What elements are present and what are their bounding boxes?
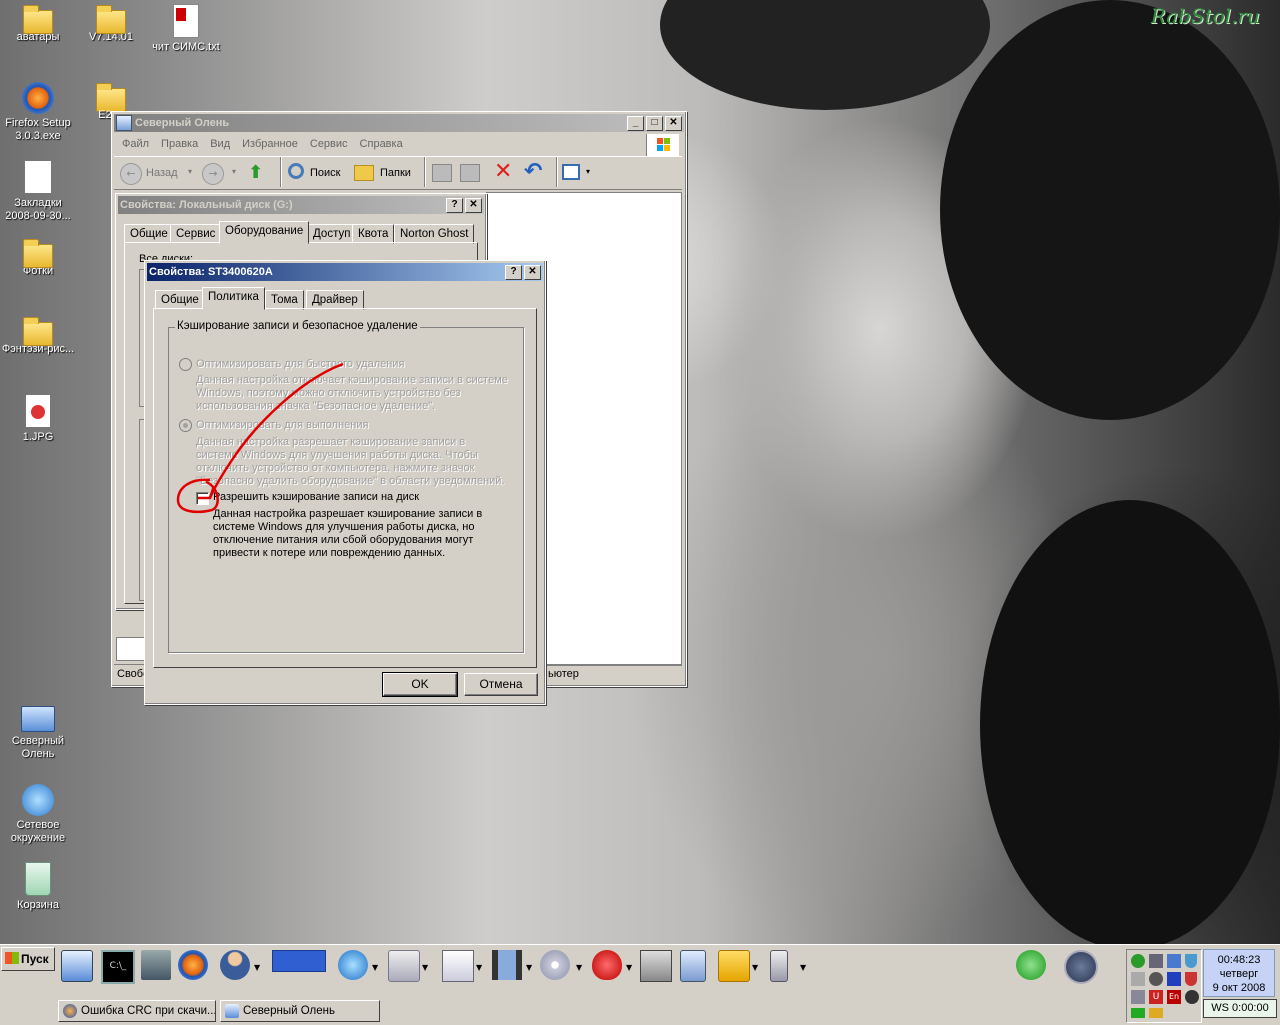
quicklaunch-cmd-icon[interactable]: C:\_ bbox=[101, 950, 135, 984]
quicklaunch-notepad-icon[interactable] bbox=[442, 950, 474, 982]
annotation-arrowhead bbox=[198, 485, 216, 500]
tray-network-icon[interactable] bbox=[1167, 954, 1181, 968]
tray-key-icon[interactable] bbox=[1149, 1008, 1163, 1018]
quicklaunch-globe-icon[interactable] bbox=[338, 950, 368, 980]
tray-usb-icon[interactable] bbox=[1131, 990, 1145, 1004]
quicklaunch-calculator-icon[interactable] bbox=[680, 950, 706, 982]
quicklaunch-heart-icon[interactable] bbox=[592, 950, 622, 980]
tray-device-icon[interactable] bbox=[1131, 972, 1145, 986]
quicklaunch-settings-icon[interactable] bbox=[388, 950, 420, 982]
system-tray: U En bbox=[1126, 949, 1202, 1023]
annotation-arrow-shaft bbox=[208, 362, 344, 499]
taskbar: Пуск C:\_ ▼ ▼ ▼ ▼ ▼ ▼ ▼ ▼ ▼ U En 00:48:2… bbox=[0, 944, 1280, 1025]
task-explorer[interactable]: Северный Олень bbox=[220, 1000, 380, 1022]
tray-volume-icon[interactable] bbox=[1185, 990, 1199, 1004]
tray-monitor-icon[interactable] bbox=[1149, 954, 1163, 968]
firefox-icon bbox=[63, 1004, 77, 1018]
tab-hardware[interactable]: Оборудование bbox=[219, 221, 310, 244]
dropdown-arrow-icon[interactable]: ▼ bbox=[526, 963, 532, 972]
quicklaunch-blue-icon[interactable] bbox=[272, 950, 326, 972]
dropdown-arrow-icon[interactable]: ▼ bbox=[422, 963, 428, 972]
quicklaunch-user-icon[interactable] bbox=[220, 950, 250, 980]
clock-date: 9 окт 2008 bbox=[1212, 982, 1266, 994]
quicklaunch-phone-icon[interactable] bbox=[770, 950, 788, 982]
power-icon[interactable] bbox=[1064, 950, 1098, 984]
dropdown-arrow-icon[interactable]: ▼ bbox=[800, 963, 806, 972]
computer-icon bbox=[225, 1004, 239, 1018]
tray-shield-red-icon[interactable]: U bbox=[1149, 990, 1163, 1004]
quicklaunch-monitor-icon[interactable] bbox=[640, 950, 672, 982]
clock[interactable]: 00:48:23 четверг 9 окт 2008 bbox=[1203, 949, 1275, 997]
dropdown-arrow-icon[interactable]: ▼ bbox=[626, 963, 632, 972]
refresh-icon[interactable] bbox=[1016, 950, 1046, 980]
task-firefox[interactable]: Ошибка CRC при скачи... bbox=[58, 1000, 216, 1022]
dropdown-arrow-icon[interactable]: ▼ bbox=[372, 963, 378, 972]
tray-disk-icon[interactable] bbox=[1149, 972, 1163, 986]
quicklaunch-floppy-icon[interactable] bbox=[141, 950, 171, 980]
tab-policies[interactable]: Политика bbox=[202, 287, 265, 310]
quicklaunch-dvd-icon[interactable] bbox=[540, 950, 570, 980]
quicklaunch-key-icon[interactable] bbox=[718, 950, 750, 982]
quicklaunch-desktop-icon[interactable] bbox=[61, 950, 93, 982]
clock-day: четверг bbox=[1219, 968, 1259, 980]
start-button[interactable]: Пуск bbox=[1, 947, 55, 971]
quicklaunch-film-icon[interactable] bbox=[492, 950, 522, 980]
dropdown-arrow-icon[interactable]: ▼ bbox=[576, 963, 582, 972]
annotation-overlay bbox=[176, 362, 344, 514]
windows-flag-icon bbox=[5, 952, 19, 964]
clock-time: 00:48:23 bbox=[1217, 954, 1261, 966]
dropdown-arrow-icon[interactable]: ▼ bbox=[752, 963, 758, 972]
dropdown-arrow-icon[interactable]: ▼ bbox=[254, 963, 260, 972]
tray-nvidia-icon[interactable] bbox=[1131, 1008, 1145, 1018]
tray-antivirus-icon[interactable] bbox=[1185, 972, 1197, 986]
dropdown-arrow-icon[interactable]: ▼ bbox=[476, 963, 482, 972]
tray-language-icon[interactable]: En bbox=[1167, 990, 1181, 1004]
work-timer[interactable]: WS 0:00:00 bbox=[1203, 999, 1277, 1018]
quicklaunch-firefox-icon[interactable] bbox=[178, 950, 208, 980]
tray-torrent-icon[interactable] bbox=[1131, 954, 1145, 968]
tray-play-icon[interactable] bbox=[1167, 972, 1181, 986]
tray-shield-icon[interactable] bbox=[1185, 954, 1197, 968]
